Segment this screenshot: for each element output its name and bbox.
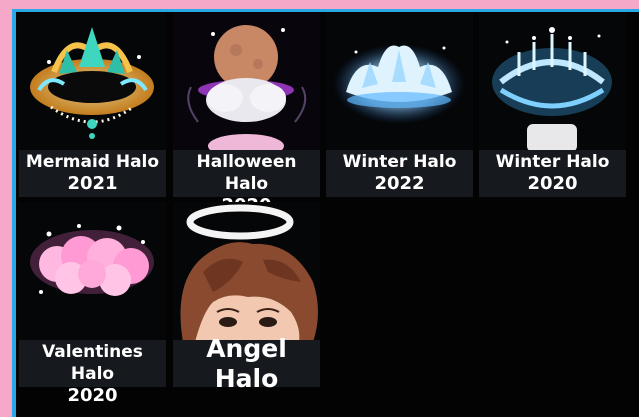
angel-halo-icon [173, 202, 320, 342]
halo-item-valentines-2020[interactable]: Valentines Halo 2020 [19, 202, 166, 406]
winter-halo-icon [479, 12, 626, 152]
winter-halo-icon [326, 12, 473, 152]
item-name: Winter Halo [495, 152, 610, 172]
item-name: Angel Halo [206, 333, 287, 393]
item-year: 2021 [67, 173, 118, 194]
halo-item-halloween-2020[interactable]: Halloween Halo 2020 [173, 12, 320, 216]
halo-item-angel[interactable]: Angel Halo [173, 202, 320, 393]
halo-item-winter-2022[interactable]: Winter Halo 2022 [326, 12, 473, 197]
mermaid-halo-icon [19, 12, 166, 152]
item-name: Halloween Halo [196, 152, 297, 194]
frame-left-border [0, 9, 12, 417]
item-label: Halloween Halo 2020 [173, 150, 320, 216]
item-year: 2020 [527, 173, 578, 194]
frame-top-border [0, 0, 639, 9]
item-label: Angel Halo [173, 334, 320, 393]
item-label: Mermaid Halo 2021 [19, 150, 166, 197]
halo-item-mermaid-2021[interactable]: Mermaid Halo 2021 [19, 12, 166, 197]
item-label: Winter Halo 2020 [479, 150, 626, 197]
item-label: Winter Halo 2022 [326, 150, 473, 197]
item-name: Valentines Halo [42, 342, 143, 384]
halloween-halo-icon [173, 12, 320, 152]
item-name: Mermaid Halo [25, 152, 160, 172]
halo-item-winter-2020[interactable]: Winter Halo 2020 [479, 12, 626, 197]
item-year: 2020 [67, 385, 118, 406]
item-name: Winter Halo [342, 152, 457, 172]
valentines-halo-icon [19, 202, 166, 342]
item-year: 2022 [374, 173, 425, 194]
item-label: Valentines Halo 2020 [19, 340, 166, 406]
